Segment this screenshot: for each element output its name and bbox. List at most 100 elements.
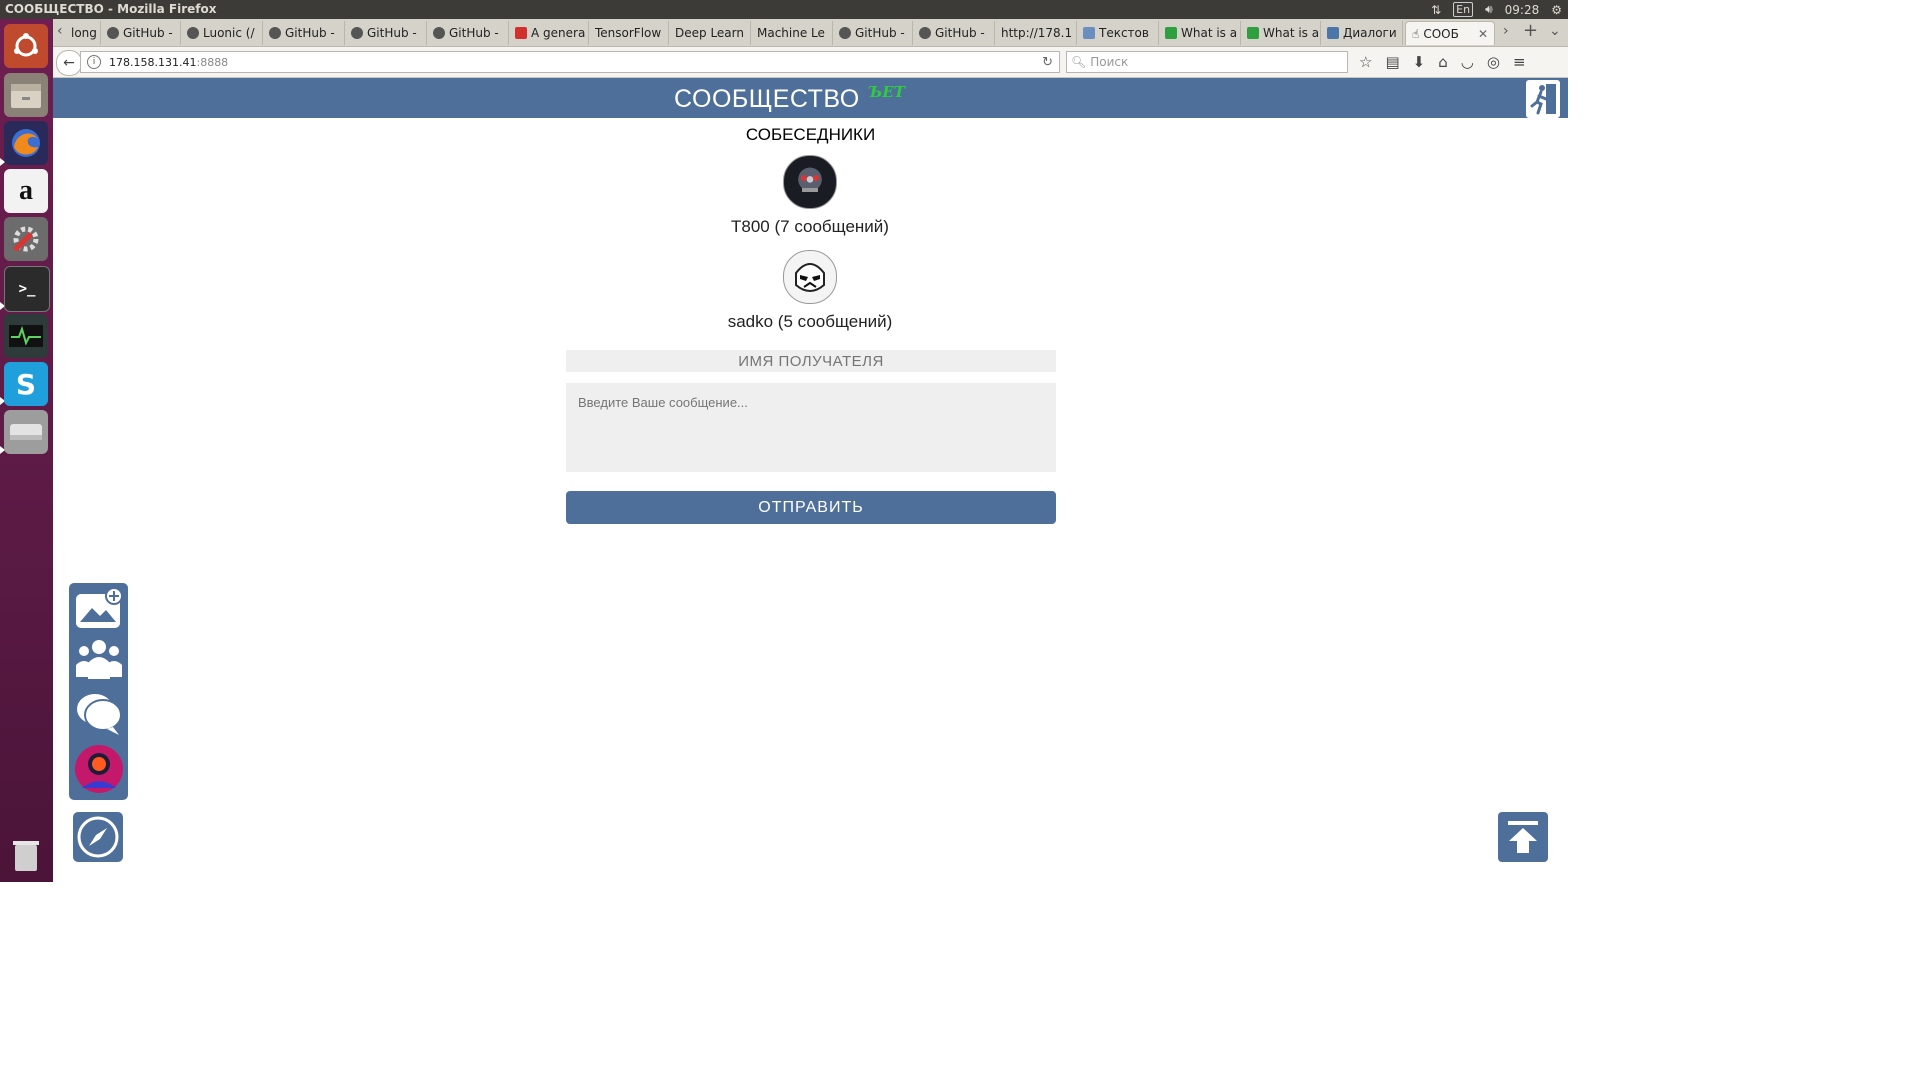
tab[interactable]: http://178.1: [995, 21, 1077, 45]
contact-label[interactable]: sadko (5 сообщений): [610, 312, 1010, 332]
tab[interactable]: What is a: [1241, 21, 1321, 45]
tab-label: A genera: [531, 26, 586, 40]
firefox-icon[interactable]: [4, 121, 48, 165]
volume-icon[interactable]: 🔊︎: [1485, 2, 1493, 17]
stormtrooper-avatar[interactable]: [783, 250, 837, 304]
new-tab-icon[interactable]: +: [1523, 20, 1538, 41]
tab-label: GitHub -: [123, 26, 173, 40]
tab[interactable]: What is a: [1159, 21, 1241, 45]
disks-icon[interactable]: [4, 410, 48, 454]
contact-label[interactable]: T800 (7 сообщений): [610, 217, 1010, 237]
back-button[interactable]: ←: [56, 50, 82, 76]
system-settings-icon[interactable]: [4, 217, 48, 261]
tab[interactable]: Текстов: [1077, 21, 1159, 45]
add-photo-button[interactable]: [73, 583, 125, 635]
tab-label: What is a: [1263, 26, 1320, 40]
tabs-scroll-left-icon[interactable]: ‹: [57, 23, 63, 39]
window-title: СООБЩЕСТВО - Mozilla Firefox: [5, 2, 217, 16]
gear-icon[interactable]: ⚙: [1551, 3, 1562, 17]
keyboard-layout-indicator[interactable]: En: [1453, 2, 1474, 17]
send-button[interactable]: ОТПРАВИТЬ: [566, 491, 1056, 524]
profile-avatar-button[interactable]: [73, 743, 125, 795]
tab-list-icon[interactable]: ⌄: [1549, 23, 1561, 39]
files-icon[interactable]: [4, 73, 48, 117]
tab[interactable]: GitHub -: [427, 21, 509, 45]
tab[interactable]: Deep Learn: [669, 21, 751, 45]
community-button[interactable]: [73, 633, 125, 685]
bookmark-star-icon[interactable]: ☆: [1359, 53, 1372, 71]
sync-icon[interactable]: ◎: [1487, 53, 1500, 71]
vk-icon: [1327, 27, 1339, 39]
home-icon[interactable]: ⌂: [1438, 53, 1448, 71]
users-icon: [76, 640, 122, 679]
close-tab-icon[interactable]: ✕: [1478, 27, 1488, 41]
site-title[interactable]: СООБЩЕСТВО: [674, 85, 860, 114]
explore-button[interactable]: [73, 812, 123, 862]
tab-active[interactable]: ☝ СООБ ✕: [1405, 21, 1495, 45]
trash-icon[interactable]: [4, 833, 48, 877]
tab[interactable]: GitHub -: [263, 21, 345, 45]
tab-label: СООБ: [1423, 26, 1459, 41]
contact-item[interactable]: T800 (7 сообщений): [610, 155, 1010, 237]
recipient-input[interactable]: [566, 350, 1056, 372]
chat-bubbles-icon: [77, 694, 122, 735]
tab-label: TensorFlow: [595, 26, 662, 40]
section-title: СОБЕСЕДНИКИ: [745, 125, 876, 144]
hand-icon: ☝: [1412, 26, 1420, 41]
scroll-to-top-button[interactable]: [1498, 812, 1548, 862]
url-bar[interactable]: i 178.158.131.41:8888 ↻: [80, 51, 1060, 73]
logout-button[interactable]: [1526, 80, 1560, 118]
tab-label: http://178.1: [1001, 26, 1073, 40]
github-icon: [433, 27, 445, 39]
tab[interactable]: GitHub -: [101, 21, 181, 45]
site-info-icon[interactable]: i: [87, 55, 101, 69]
tab[interactable]: GitHub -: [913, 21, 995, 45]
downloads-icon[interactable]: ⬇: [1413, 53, 1426, 71]
tab-label: What is a: [1181, 26, 1238, 40]
tab[interactable]: Machine Le: [751, 21, 833, 45]
github-icon: [269, 27, 281, 39]
search-placeholder: Поиск: [1090, 55, 1129, 69]
tab[interactable]: Luonic (/: [181, 21, 263, 45]
tab[interactable]: long: [65, 21, 101, 45]
url-host: 178.158.131.41: [109, 55, 197, 69]
reload-icon[interactable]: ↻: [1042, 55, 1053, 70]
tab-label: GitHub -: [367, 26, 417, 40]
system-monitor-icon[interactable]: [4, 314, 48, 358]
contact-item[interactable]: sadko (5 сообщений): [610, 250, 1010, 332]
tab-label: Luonic (/: [203, 26, 255, 40]
tab[interactable]: A genera: [509, 21, 589, 45]
launcher: a >_ S: [0, 19, 53, 882]
tab[interactable]: TensorFlow: [589, 21, 669, 45]
terminal-icon[interactable]: >_: [4, 266, 50, 312]
green-icon: [1165, 27, 1177, 39]
tab[interactable]: GitHub -: [345, 21, 427, 45]
t800-avatar[interactable]: [783, 155, 837, 209]
reading-list-icon[interactable]: ▤: [1385, 53, 1399, 71]
ubuntu-dash-icon[interactable]: [4, 24, 48, 68]
arrow-up-icon: [1508, 821, 1538, 853]
h-icon: [1083, 27, 1095, 39]
skype-icon[interactable]: S: [4, 362, 48, 406]
tab-label: GitHub -: [449, 26, 499, 40]
clock[interactable]: 09:28: [1505, 3, 1540, 17]
amazon-icon[interactable]: a: [4, 169, 48, 213]
tab-label: GitHub -: [285, 26, 335, 40]
tab-label: GitHub -: [935, 26, 985, 40]
message-textarea[interactable]: [566, 383, 1056, 472]
green-icon: [1247, 27, 1259, 39]
menu-icon[interactable]: ≡: [1513, 53, 1526, 71]
search-input[interactable]: 🔍︎ Поиск: [1066, 51, 1348, 73]
github-icon: [919, 27, 931, 39]
tab[interactable]: GitHub -: [833, 21, 913, 45]
network-icon[interactable]: ⇅: [1431, 3, 1441, 17]
back-arrow-icon: ←: [63, 55, 75, 71]
github-icon: [351, 27, 363, 39]
tabs-scroll-right-icon[interactable]: ›: [1503, 23, 1509, 39]
user-avatar: [75, 745, 123, 793]
pocket-icon[interactable]: ◡: [1461, 53, 1474, 71]
tab[interactable]: Диалоги: [1321, 21, 1403, 45]
add-image-icon: [76, 588, 123, 628]
github-icon: [839, 27, 851, 39]
messages-button[interactable]: [73, 687, 125, 739]
